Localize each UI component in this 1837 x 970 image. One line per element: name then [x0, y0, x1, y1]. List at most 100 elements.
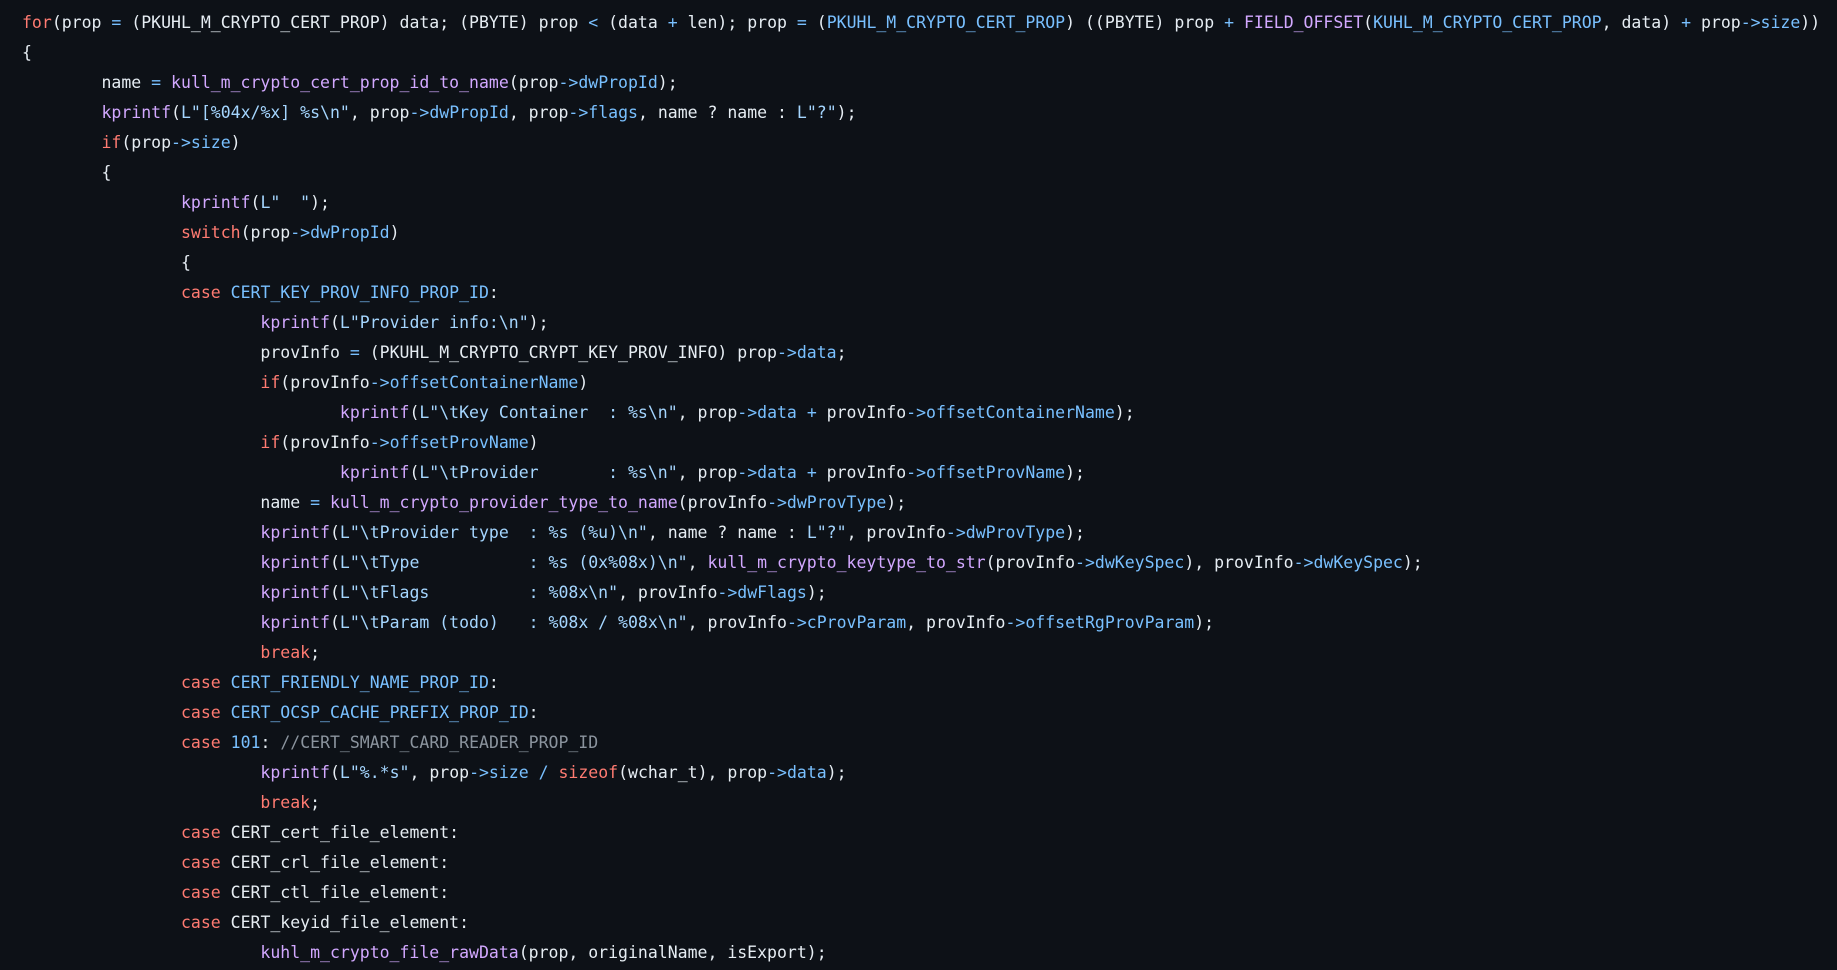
code-token-plain: ); — [806, 583, 827, 602]
code-line: kuhl_m_crypto_file_rawData(prop, origina… — [22, 938, 1837, 968]
code-token-plain: , prop — [409, 763, 470, 782]
code-token-keyword: case — [180, 823, 221, 842]
code-token-plain: { — [22, 253, 191, 272]
code-token-keyword: case — [180, 673, 221, 692]
code-line: kprintf(L"%.*s", prop->size / sizeof(wch… — [22, 758, 1837, 788]
code-token-plain: name — [22, 73, 152, 92]
code-token-const: ->offsetProvName — [906, 463, 1066, 482]
code-token-plain: len); prop — [677, 13, 797, 32]
code-token-const: 101 — [230, 733, 261, 752]
code-token-plain: : — [528, 703, 539, 722]
code-token-plain: ; — [310, 793, 321, 812]
code-token-plain: , name ? name : — [637, 103, 797, 122]
code-token-plain: ) ((PBYTE) prop — [1065, 13, 1225, 32]
code-token-func: kprintf — [260, 313, 330, 332]
code-line: case CERT_cert_file_element: — [22, 818, 1837, 848]
code-token-keyword: case — [180, 733, 221, 752]
code-token-plain: ( — [409, 463, 420, 482]
code-token-const: ->dwKeySpec — [1293, 553, 1403, 572]
code-token-const: ->size — [1740, 13, 1801, 32]
code-token-plain: (PKUHL_M_CRYPTO_CERT_PROP) data; (PBYTE)… — [121, 13, 589, 32]
code-token-plain: prop — [1691, 13, 1741, 32]
code-token-string: L"[%04x/%x] %s\n" — [180, 103, 350, 122]
code-line: kprintf(L"Provider info:\n"); — [22, 308, 1837, 338]
code-token-plain: (data — [598, 13, 668, 32]
code-token-string: L"Provider info:\n" — [339, 313, 529, 332]
code-token-func: kprintf — [260, 583, 330, 602]
code-token-plain: , provInfo — [906, 613, 1006, 632]
code-token-plain: ( — [329, 523, 340, 542]
code-line: if(provInfo->offsetProvName) — [22, 428, 1837, 458]
code-token-const: ->dwProvType — [767, 493, 887, 512]
code-token-plain: ); — [310, 193, 330, 212]
code-token-plain: , name ? name : — [647, 523, 807, 542]
code-token-plain: ; — [836, 343, 847, 362]
code-token-plain: ); — [886, 493, 907, 512]
code-token-plain: ) — [389, 223, 400, 242]
code-token-const: ->offsetContainerName — [369, 373, 579, 392]
code-token-plain: (prop, originalName, isExport); — [518, 943, 827, 962]
code-token-keyword: case — [180, 703, 221, 722]
code-token-string: L"\tProvider type : %s (%u)\n" — [339, 523, 648, 542]
code-token-func: kull_m_crypto_provider_type_to_name — [329, 493, 678, 512]
code-token-const: = — [349, 343, 360, 362]
code-token-comment: //CERT_SMART_CARD_READER_PROP_ID — [280, 733, 599, 752]
code-token-func: kull_m_crypto_cert_prop_id_to_name — [171, 73, 509, 92]
code-token-string: L"%.*s" — [339, 763, 410, 782]
code-token-plain: (prop — [240, 223, 291, 242]
code-token-plain: ) — [528, 433, 539, 452]
code-token-plain: provInfo — [816, 463, 907, 482]
code-token-const: < — [588, 13, 599, 32]
code-token-const: ->size — [171, 133, 231, 152]
code-line: if(provInfo->offsetContainerName) — [22, 368, 1837, 398]
code-token-plain: ); — [826, 763, 847, 782]
code-token-keyword: case — [180, 913, 221, 932]
code-token-plain: (provInfo — [280, 433, 370, 452]
code-view[interactable]: for(prop = (PKUHL_M_CRYPTO_CERT_PROP) da… — [0, 0, 1837, 970]
code-line: kprintf(L"\tFlags : %08x\n", provInfo->d… — [22, 578, 1837, 608]
code-token-const: ->data — [737, 463, 797, 482]
code-token-const: PKUHL_M_CRYPTO_CERT_PROP — [826, 13, 1066, 32]
code-token-plain: , prop — [508, 103, 569, 122]
code-token-const: = — [310, 493, 321, 512]
code-token-const: KUHL_M_CRYPTO_CERT_PROP — [1373, 13, 1602, 32]
code-line: kprintf(L"\tKey Container : %s\n", prop-… — [22, 398, 1837, 428]
code-token-func: kprintf — [101, 103, 172, 122]
code-token-func: kprintf — [260, 523, 330, 542]
code-token-plain: ); — [836, 103, 857, 122]
code-token-plain: : — [260, 733, 281, 752]
code-token-plain: ) — [578, 373, 589, 392]
code-token-const: ->data — [737, 403, 797, 422]
code-token-const: ->flags — [568, 103, 638, 122]
code-token-const: CERT_OCSP_CACHE_PREFIX_PROP_ID — [230, 703, 529, 722]
code-token-const: CERT_FRIENDLY_NAME_PROP_ID — [230, 673, 489, 692]
code-token-keyword: case — [180, 883, 221, 902]
code-line: case CERT_OCSP_CACHE_PREFIX_PROP_ID: — [22, 698, 1837, 728]
code-token-plain: CERT_cert_file_element: — [220, 823, 460, 842]
code-line: kprintf(L" "); — [22, 188, 1837, 218]
code-token-plain: name — [22, 493, 311, 512]
code-token-plain: (prop — [121, 133, 172, 152]
code-token-const: ->size — [469, 763, 529, 782]
code-token-const: + — [667, 13, 678, 32]
code-token-plain: ( — [329, 763, 340, 782]
code-token-plain: , provInfo — [846, 523, 946, 542]
